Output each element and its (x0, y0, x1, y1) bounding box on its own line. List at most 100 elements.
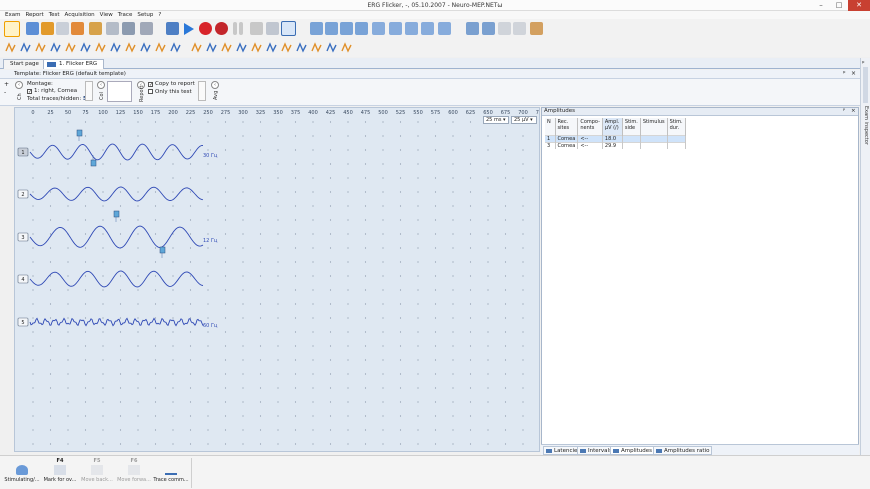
menu-setup[interactable]: Setup (137, 11, 153, 19)
stop-icon[interactable] (250, 22, 263, 35)
copy-to-report-option[interactable]: ✓ Copy to report (148, 81, 195, 88)
stimulating-button[interactable]: Stimulating/... (3, 458, 41, 488)
minimize-button[interactable]: – (812, 0, 830, 11)
remove-icon[interactable]: - (4, 89, 6, 96)
notes-icon[interactable] (530, 22, 543, 35)
marker-tool-icon[interactable] (65, 42, 76, 53)
time-scale-select[interactable]: 25 ms ▾ (483, 116, 509, 124)
new-exam-icon[interactable] (4, 21, 20, 37)
marker-tool-icon[interactable] (110, 42, 121, 53)
marker-tool-icon[interactable] (140, 42, 151, 53)
montage-collapse-button[interactable]: ‹ (15, 81, 23, 89)
trace-mode-icon[interactable] (281, 21, 296, 36)
menu-help[interactable]: ? (158, 11, 161, 19)
menu-test[interactable]: Test (49, 11, 60, 19)
marker-tool-icon[interactable] (341, 42, 352, 53)
color-swatch[interactable] (107, 81, 132, 102)
marker-tool-icon[interactable] (155, 42, 166, 53)
tab-flicker-erg[interactable]: 1. Flicker ERG (43, 59, 105, 69)
menu-report[interactable]: Report (25, 11, 43, 19)
marker-tool-icon[interactable] (5, 42, 16, 53)
wave-icon-4[interactable] (421, 22, 434, 35)
add-icon[interactable]: + (4, 81, 9, 88)
amplitude-scale-select[interactable]: 25 μV ▾ (511, 116, 537, 124)
monitor-icon[interactable] (166, 22, 179, 35)
marker-tool-icon[interactable] (251, 42, 262, 53)
close-template-icon[interactable]: × (851, 70, 856, 77)
layout-icon-4[interactable] (513, 22, 526, 35)
marker-tool-icon[interactable] (326, 42, 337, 53)
report-scrollbar[interactable] (198, 81, 206, 101)
close-window-button[interactable]: ✕ (848, 0, 870, 11)
marker-tool-icon[interactable] (95, 42, 106, 53)
menu-acquisition[interactable]: Acquisition (65, 11, 95, 19)
move-forward-button[interactable]: F6 Move forwa... (115, 458, 153, 488)
marker-tool-icon[interactable] (170, 42, 181, 53)
tab-amplitudes-ratio[interactable]: Amplitudes ratio (653, 446, 713, 455)
record-icon[interactable] (199, 22, 212, 35)
cursor-up-icon[interactable] (310, 22, 323, 35)
marker-tool-icon[interactable] (206, 42, 217, 53)
marker-tool-icon[interactable] (221, 42, 232, 53)
color-collapse-button[interactable]: ‹ (97, 81, 105, 89)
patient-icon[interactable] (41, 22, 54, 35)
print-icon[interactable] (122, 22, 135, 35)
montage-scrollbar[interactable] (85, 81, 93, 101)
channel-checkbox[interactable]: ✓ (27, 89, 32, 95)
marker-tool-icon[interactable] (80, 42, 91, 53)
tab-start-page[interactable]: Start page (3, 59, 46, 69)
wave-icon-2[interactable] (389, 22, 402, 35)
montage-channel[interactable]: ✓ 1: right, Cornea (27, 88, 77, 95)
average-collapse-button[interactable]: ‹ (211, 81, 219, 89)
settings-icon[interactable] (106, 22, 119, 35)
col-amplitude[interactable]: Ampl. μV (/) (602, 118, 623, 135)
trace-plot[interactable]: 0 25 50 75 100 125 150 175 200 225 250 275 300 325 350… (14, 107, 540, 452)
marker-tool-icon[interactable] (191, 42, 202, 53)
copy-to-report-checkbox[interactable]: ✓ (148, 82, 153, 88)
trace-align-icon[interactable] (340, 22, 353, 35)
report-icon[interactable] (89, 22, 102, 35)
marker-tool-icon[interactable] (281, 42, 292, 53)
average-icon[interactable] (266, 22, 279, 35)
maximize-button[interactable]: □ (830, 0, 848, 11)
cursor-down-icon[interactable] (325, 22, 338, 35)
wave-icon-3[interactable] (405, 22, 418, 35)
export-icon[interactable] (140, 22, 153, 35)
marker-tool-icon[interactable] (236, 42, 247, 53)
trace-plot-canvas[interactable]: 0 25 50 75 100 125 150 175 200 225 250 275 300 325 350… (15, 108, 540, 452)
mark-for-overlay-button[interactable]: F4 Mark for ov... (41, 458, 79, 488)
menu-exam[interactable]: Exam (5, 11, 20, 19)
wave-icon[interactable] (372, 22, 385, 35)
pin-icon-3[interactable]: ᵖ (862, 60, 865, 67)
stimulate-icon[interactable] (215, 22, 228, 35)
marker-tool-icon[interactable] (266, 42, 277, 53)
trace-comment-button[interactable]: Trace comm... (152, 458, 190, 488)
marker-tool-icon[interactable] (20, 42, 31, 53)
menu-view[interactable]: View (100, 11, 113, 19)
marker-tool-icon[interactable] (311, 42, 322, 53)
marker-tool-icon[interactable] (35, 42, 46, 53)
open-icon[interactable] (26, 22, 39, 35)
wave-icon-5[interactable] (438, 22, 451, 35)
table-row[interactable]: 1 Cornea <-- 18.0 (545, 134, 686, 142)
exam-inspector-strip[interactable]: ᵖ Exam inspector (860, 58, 870, 455)
move-back-button[interactable]: F5 Move back... (78, 458, 116, 488)
pin-icon[interactable]: ᵖ (843, 70, 846, 77)
menu-trace[interactable]: Trace (118, 11, 133, 19)
marker-tool-icon[interactable] (125, 42, 136, 53)
marker-tool-icon[interactable] (296, 42, 307, 53)
folder-icon[interactable] (71, 22, 84, 35)
only-this-test-option[interactable]: Only this test (148, 89, 192, 95)
tab-amplitudes[interactable]: Amplitudes (610, 446, 656, 455)
pin-icon-2[interactable]: ᵖ (843, 108, 845, 115)
layout-icon-3[interactable] (498, 22, 511, 35)
only-this-test-checkbox[interactable] (148, 89, 153, 94)
layout-icon-2[interactable] (482, 22, 495, 35)
table-row[interactable]: 3 Cornea <-- 29.9 (545, 141, 686, 149)
layout-icon[interactable] (466, 22, 479, 35)
play-icon[interactable] (184, 23, 194, 35)
pause-icon[interactable] (233, 22, 237, 35)
marker-tools-icon[interactable] (2, 39, 362, 57)
copy-icon[interactable] (56, 22, 69, 35)
close-panel-icon[interactable]: × (851, 108, 856, 115)
